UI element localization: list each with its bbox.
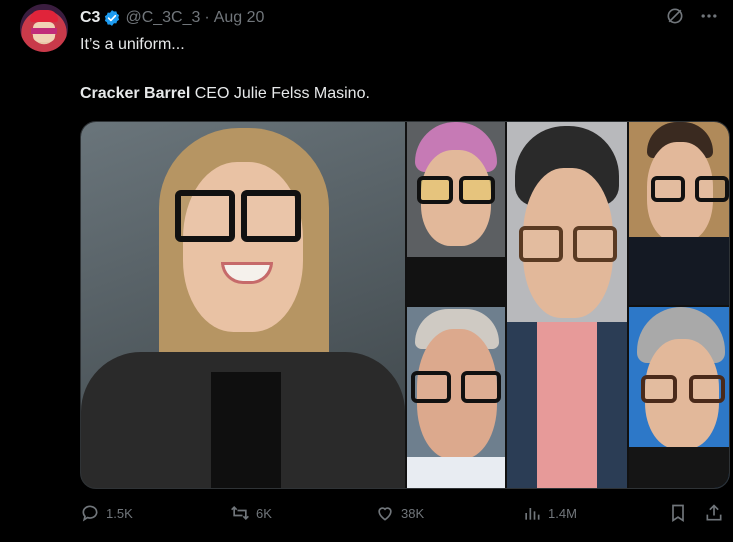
pink-shirt	[407, 257, 505, 305]
photo-main[interactable]	[81, 122, 405, 488]
post-text-bold: Cracker Barrel	[80, 85, 191, 102]
reply-button[interactable]: 1.5K	[80, 503, 133, 523]
reply-count: 1.5K	[106, 505, 133, 521]
post-media[interactable]	[80, 121, 730, 489]
post-date[interactable]: Aug 20	[214, 9, 265, 27]
photo-center-tall[interactable]	[507, 122, 627, 488]
repost-count: 6K	[256, 505, 272, 521]
post-header: C3 @C_3C_3 · Aug 20	[80, 8, 264, 28]
gray-collar	[407, 457, 505, 488]
photo-top-right-man[interactable]	[629, 122, 729, 305]
share-icon	[706, 504, 722, 521]
share-button[interactable]	[704, 503, 724, 523]
pink-glasses	[417, 176, 495, 204]
spiky-glasses	[641, 375, 725, 403]
grok-icon[interactable]	[665, 6, 685, 26]
man-glasses	[651, 176, 729, 202]
photo-pink-hair[interactable]	[407, 122, 505, 305]
avatar-cap	[30, 10, 58, 22]
center-shirt	[537, 322, 597, 488]
post-actions: 1.5K 6K 38K 1.4M	[80, 503, 728, 527]
bookmark-button[interactable]	[668, 503, 688, 523]
avatar[interactable]	[20, 4, 68, 52]
main-shirt	[211, 372, 281, 488]
post-text-line1: It’s a uniform...	[80, 36, 185, 53]
views-button[interactable]: 1.4M	[522, 503, 577, 523]
like-count: 38K	[401, 505, 425, 521]
heart-icon	[378, 507, 392, 521]
center-glasses	[519, 226, 617, 262]
main-face	[183, 162, 303, 332]
more-icon[interactable]	[699, 6, 719, 26]
repost-button[interactable]: 6K	[230, 503, 272, 523]
reply-icon	[82, 505, 98, 522]
gray-glasses	[411, 371, 501, 403]
post-text-line2: Cracker Barrel CEO Julie Felss Masino.	[80, 85, 370, 103]
author-name[interactable]: C3	[80, 9, 100, 27]
main-glasses	[175, 190, 301, 242]
post-top-actions	[665, 6, 719, 26]
avatar-band	[31, 28, 57, 34]
photo-bottom-right[interactable]	[629, 307, 729, 488]
man-shirt	[629, 237, 729, 305]
views-icon	[525, 508, 540, 520]
separator-dot: ·	[204, 9, 210, 26]
author-handle[interactable]: @C_3C_3	[125, 9, 200, 27]
spiky-shirt	[629, 447, 729, 488]
verified-badge-icon	[105, 10, 120, 26]
repost-icon	[231, 505, 249, 521]
post-text-rest: CEO Julie Felss Masino.	[190, 85, 370, 102]
photo-gray-hair-man[interactable]	[407, 307, 505, 488]
views-count: 1.4M	[548, 505, 577, 521]
bookmark-icon	[672, 504, 684, 523]
like-button[interactable]: 38K	[375, 503, 424, 523]
